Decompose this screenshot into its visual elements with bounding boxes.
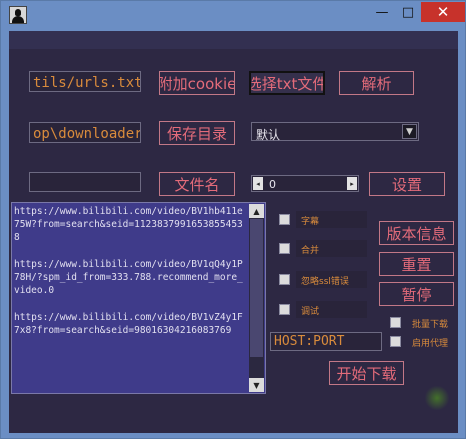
subtitles-label: 字幕 [296,211,367,228]
quality-select[interactable]: 默认 ▼ [251,122,419,142]
main-panel: tils/urls.txt 附加cookie 选择txt文件 解析 op\dow… [9,31,458,433]
version-info-button[interactable]: 版本信息 [379,221,454,245]
enable-proxy-checkbox-box[interactable] [390,336,401,347]
title-bar[interactable]: — □ ✕ [1,1,465,29]
log-scrollbar[interactable]: ▲ ▼ [249,204,264,392]
increment-icon[interactable]: ▸ [347,177,357,190]
minimize-button[interactable]: — [369,2,395,22]
debug-checkbox[interactable]: 调试 [279,301,367,318]
close-button[interactable]: ✕ [421,2,465,22]
ignore-ssl-checkbox[interactable]: 忽略ssl错误 [279,271,367,288]
batch-download-checkbox-box[interactable] [390,317,401,328]
scroll-down-icon[interactable]: ▼ [249,378,264,392]
proxy-host-input[interactable]: HOST:PORT [270,332,382,351]
spinner-value: 0 [269,178,276,191]
choose-txt-file-button[interactable]: 选择txt文件 [249,71,325,95]
reset-button[interactable]: 重置 [379,252,454,276]
quality-select-value: 默认 [256,128,281,142]
url-log-text: https://www.bilibili.com/video/BV1hb411e… [14,206,243,336]
save-dir-button[interactable]: 保存目录 [159,121,235,145]
debug-label: 调试 [296,301,367,318]
start-download-button[interactable]: 开始下载 [329,361,404,385]
parse-button[interactable]: 解析 [339,71,414,95]
app-avatar-icon [9,6,27,24]
ignore-ssl-label: 忽略ssl错误 [296,271,367,288]
thread-count-spinner[interactable]: ◂ 0 ▸ [251,175,359,192]
scroll-up-icon[interactable]: ▲ [249,204,264,218]
append-cookie-button[interactable]: 附加cookie [159,71,235,95]
app-window: — □ ✕ tils/urls.txt 附加cookie 选择txt文件 解析 … [0,0,466,439]
batch-download-checkbox[interactable]: 批量下载 [390,314,453,331]
urls-file-input[interactable]: tils/urls.txt [29,71,141,92]
subtitles-checkbox[interactable]: 字幕 [279,211,367,228]
settings-button[interactable]: 设置 [369,172,445,196]
debug-checkbox-box[interactable] [279,304,290,315]
url-log-textarea[interactable]: https://www.bilibili.com/video/BV1hb411e… [11,202,266,394]
pause-button[interactable]: 暂停 [379,282,454,306]
filename-input[interactable] [29,172,141,192]
merge-checkbox-box[interactable] [279,243,290,254]
file-name-button[interactable]: 文件名 [159,172,235,196]
decrement-icon[interactable]: ◂ [253,177,263,190]
scroll-thumb[interactable] [250,219,263,357]
ignore-ssl-checkbox-box[interactable] [279,274,290,285]
maximize-button[interactable]: □ [395,2,421,22]
output-dir-input[interactable]: op\downloader [29,122,141,143]
chevron-down-icon[interactable]: ▼ [402,124,417,139]
merge-checkbox[interactable]: 合并 [279,240,367,257]
merge-label: 合并 [296,240,367,257]
enable-proxy-label: 启用代理 [412,339,449,349]
enable-proxy-checkbox[interactable]: 启用代理 [390,333,453,350]
status-indicator [424,386,450,410]
batch-download-label: 批量下载 [412,320,449,330]
menu-strip [9,31,458,49]
subtitles-checkbox-box[interactable] [279,214,290,225]
